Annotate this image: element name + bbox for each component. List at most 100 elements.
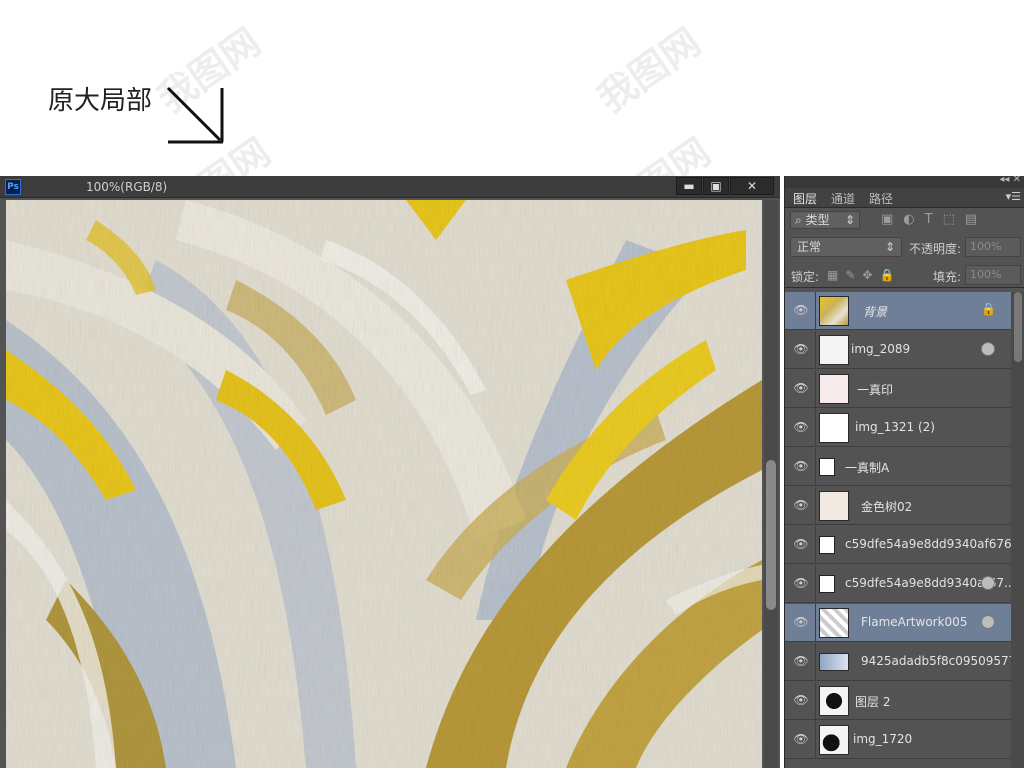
layer-thumbnail xyxy=(819,686,849,716)
lock-fill-row: 锁定: ▦✎✥🔒 填充: 100% xyxy=(785,264,1024,288)
layer-name: img_1321 (2) xyxy=(855,420,935,434)
layer-filter-row: ⌕ 类型 ⇕ ▣◐T⬚▤ xyxy=(785,208,1024,234)
eye-icon[interactable]: 👁 xyxy=(793,381,809,395)
divider xyxy=(815,370,816,408)
opacity-label: 不透明度: xyxy=(909,242,962,256)
collapse-icon[interactable]: ◂◂ ✕ xyxy=(999,174,1021,185)
layer-row[interactable]: 👁 c59dfe54a9e8dd9340af676d... xyxy=(785,526,1024,564)
layer-name: FlameArtwork005 xyxy=(861,615,968,629)
chevron-icon: ⇕ xyxy=(884,240,895,254)
minimize-button[interactable]: ▬ xyxy=(676,177,702,195)
divider xyxy=(815,487,816,525)
caption-text: 原大局部 xyxy=(48,86,153,116)
watermark: 我图网 xyxy=(589,19,709,122)
document-titlebar: Ps 100%(RGB/8) ▬ ▣ ✕ xyxy=(0,176,780,198)
opacity-value: 100% xyxy=(970,240,1002,253)
eye-icon[interactable]: 👁 xyxy=(793,498,809,512)
layer-row[interactable]: 👁 金色树02 xyxy=(785,487,1011,525)
layer-thumbnail xyxy=(819,725,849,755)
effects-icon[interactable] xyxy=(981,615,995,629)
eye-icon[interactable]: 👁 xyxy=(793,615,809,629)
layer-name: 金色树02 xyxy=(861,500,913,514)
divider xyxy=(815,721,816,759)
smart-object-icon xyxy=(819,575,835,593)
blend-opacity-row: 正常 ⇕ 不透明度: 100% xyxy=(785,236,1024,260)
eye-icon[interactable]: 👁 xyxy=(793,459,809,473)
eye-icon[interactable]: 👁 xyxy=(793,693,809,707)
close-button[interactable]: ✕ xyxy=(730,177,774,195)
layers-panel: ◂◂ ✕ 图层 通道 路径 ▾☰ ⌕ 类型 ⇕ ▣◐T⬚▤ 正常 ⇕ 不透明度: 1… xyxy=(784,174,1024,768)
eye-icon[interactable]: 👁 xyxy=(793,576,809,590)
layer-name: 9425adadb5f8c09509577... xyxy=(861,654,1024,668)
canvas-image[interactable] xyxy=(6,200,762,768)
panel-header-strip: ◂◂ ✕ xyxy=(785,174,1024,188)
layer-row[interactable]: 👁 FlameArtwork005 xyxy=(785,604,1011,642)
layer-row[interactable]: 👁 一真制A xyxy=(785,448,1011,486)
smart-object-icon xyxy=(819,458,835,476)
divider xyxy=(815,604,816,642)
eye-icon[interactable]: 👁 xyxy=(793,303,809,317)
layer-name: img_1720 xyxy=(853,732,913,746)
smart-object-icon xyxy=(819,536,835,554)
filter-kind-select[interactable]: ⌕ 类型 ⇕ xyxy=(790,211,860,229)
arrow-down-right-icon xyxy=(166,86,224,144)
search-icon: ⌕ xyxy=(795,213,806,227)
fill-value: 100% xyxy=(970,268,1002,281)
eye-icon[interactable]: 👁 xyxy=(793,342,809,356)
lock-label: 锁定: xyxy=(791,270,820,284)
layer-row[interactable]: 👁 img_1321 (2) xyxy=(785,409,1011,447)
layers-scrollbar[interactable] xyxy=(1011,292,1024,768)
chevron-icon: ⇕ xyxy=(844,213,855,227)
blend-mode-value: 正常 xyxy=(797,240,822,254)
blend-mode-select[interactable]: 正常 ⇕ xyxy=(790,237,902,257)
maximize-button[interactable]: ▣ xyxy=(703,177,729,195)
lock-options-icons[interactable]: ▦✎✥🔒 xyxy=(827,268,901,282)
canvas-vertical-scrollbar[interactable] xyxy=(764,200,778,768)
divider xyxy=(815,409,816,447)
opacity-field[interactable]: 100% xyxy=(965,237,1021,257)
divider xyxy=(815,448,816,486)
eye-icon[interactable]: 👁 xyxy=(793,654,809,668)
layer-name: 图层 2 xyxy=(855,695,891,709)
layer-row[interactable]: 👁 c59dfe54a9e8dd9340af67... xyxy=(785,565,1015,603)
layer-list: 👁 背景 🔒 👁 img_2089 👁 一真印 👁 img_1321 (2) 👁 xyxy=(785,292,1024,768)
divider xyxy=(815,643,816,681)
layer-row[interactable]: 👁 一真印 xyxy=(785,370,1011,408)
panel-menu-icon[interactable]: ▾☰ xyxy=(1006,190,1021,203)
eye-icon[interactable]: 👁 xyxy=(793,732,809,746)
photoshop-icon: Ps xyxy=(5,179,21,195)
divider xyxy=(815,526,816,564)
scrollbar-thumb[interactable] xyxy=(1014,292,1022,362)
layer-row[interactable]: 👁 img_1720 xyxy=(785,721,1011,759)
layer-thumbnail xyxy=(819,608,849,638)
layer-row[interactable]: 👁 9425adadb5f8c09509577... xyxy=(785,643,1024,681)
eye-icon[interactable]: 👁 xyxy=(793,537,809,551)
layer-row[interactable]: 👁 背景 🔒 xyxy=(785,292,1011,330)
layer-thumbnail xyxy=(819,653,849,671)
tab-layers[interactable]: 图层 xyxy=(793,190,817,207)
tab-channels[interactable]: 通道 xyxy=(831,190,855,207)
layer-row[interactable]: 👁 img_2089 xyxy=(785,331,1011,369)
effects-icon[interactable] xyxy=(981,576,995,590)
layer-thumbnail xyxy=(819,413,849,443)
document-title: 100%(RGB/8) xyxy=(86,180,168,194)
document-window: Ps 100%(RGB/8) ▬ ▣ ✕ xyxy=(0,176,780,768)
fill-label: 填充: xyxy=(933,270,962,284)
layer-name: 一真印 xyxy=(857,383,894,397)
layer-name: 背景 xyxy=(863,305,888,319)
divider xyxy=(815,292,816,330)
layer-name: img_2089 xyxy=(851,342,911,356)
effects-icon[interactable] xyxy=(981,342,995,356)
layer-row[interactable]: 👁 图层 2 xyxy=(785,682,1011,720)
fill-field[interactable]: 100% xyxy=(965,265,1021,285)
layer-thumbnail xyxy=(819,491,849,521)
layer-thumbnail xyxy=(819,335,849,365)
scrollbar-thumb[interactable] xyxy=(766,460,776,610)
filter-kind-label: 类型 xyxy=(805,213,830,227)
eye-icon[interactable]: 👁 xyxy=(793,420,809,434)
filter-type-icons[interactable]: ▣◐T⬚▤ xyxy=(881,212,987,227)
layer-thumbnail xyxy=(819,374,849,404)
tab-paths[interactable]: 路径 xyxy=(869,190,893,207)
layer-thumbnail xyxy=(819,296,849,326)
divider xyxy=(815,682,816,720)
